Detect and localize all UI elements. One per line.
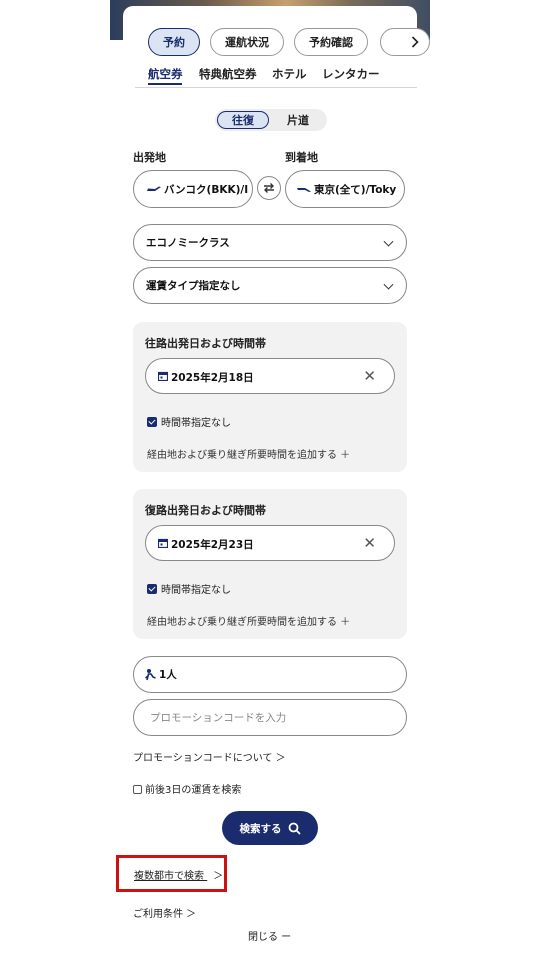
inbound-time-checkbox[interactable]: 時間帯指定なし [147,581,231,596]
tab-rentacar[interactable]: レンタカー [322,66,380,82]
tabs-divider [135,87,417,88]
tab-underline [148,83,182,85]
swap-button[interactable] [257,176,281,200]
tab-flights[interactable]: 航空券 [148,66,183,85]
flex-dates-checkbox[interactable]: 前後3日の運賃を検索 [133,781,241,796]
inbound-date-value: 2025年2月23日 [171,539,254,551]
inbound-time-label: 時間帯指定なし [161,585,231,596]
origin-value: バンコク(BKK)/I [164,183,249,196]
tab-hotel[interactable]: ホテル [272,66,307,82]
destination-value: 東京(全て)/Toky [314,183,397,196]
outbound-title: 往路出発日および時間帯 [145,337,266,350]
chevron-down-icon [383,279,394,290]
passengers-field[interactable]: 1人 [133,656,407,693]
destination-field[interactable]: 東京(全て)/Toky [285,170,405,208]
tab-award[interactable]: 特典航空券 [199,66,257,82]
top-nav: 予約 運航状況 予約確認 [148,28,430,56]
search-button-label: 検索する [239,822,282,835]
trip-round[interactable]: 往復 [217,111,269,129]
trip-oneway[interactable]: 片道 [271,111,325,129]
inbound-date-field[interactable]: 2025年2月23日 ✕ [145,525,395,561]
promo-code-input[interactable]: プロモーションコードを入力 [133,699,407,736]
search-icon [288,822,301,835]
passengers-value: 1人 [159,669,177,681]
pill-reservation[interactable]: 予約 [148,28,200,56]
calendar-icon [158,371,168,381]
booking-card: 予約 運航状況 予約確認 航空券 特典航空券 ホテル レンタカー 往復 片道 出… [123,6,430,961]
inbound-via-link[interactable]: 経由地および乗り継ぎ所要時間を追加する ＋ [147,613,350,628]
cabin-class-select[interactable]: エコノミークラス [133,224,407,261]
promo-about-link[interactable]: プロモーションコードについて ＞ [133,749,286,764]
fare-type-value: 運賃タイプ指定なし [146,280,241,292]
highlight-box [116,855,227,892]
promo-code-placeholder: プロモーションコードを入力 [150,712,287,724]
outbound-date-value: 2025年2月18日 [171,372,254,384]
person-icon [145,669,156,681]
search-button[interactable]: 検索する [222,811,318,845]
tab-flights-label: 航空券 [148,67,183,81]
pill-flight-status[interactable]: 運航状況 [210,28,284,56]
checkbox-unchecked-icon [133,785,142,794]
destination-label: 到着地 [285,151,318,164]
outbound-date-field[interactable]: 2025年2月18日 ✕ [145,358,395,394]
clear-icon[interactable]: ✕ [363,536,376,551]
trip-type-toggle: 往復 片道 [215,109,327,131]
outbound-via-link[interactable]: 経由地および乗り継ぎ所要時間を追加する ＋ [147,446,350,461]
plane-arrival-icon [297,188,311,192]
chevron-down-icon [383,236,394,247]
inbound-title: 復路出発日および時間帯 [145,504,266,517]
terms-link[interactable]: ご利用条件 ＞ [133,905,196,920]
origin-field[interactable]: バンコク(BKK)/I [133,170,253,208]
flex-dates-label: 前後3日の運賃を検索 [145,785,242,796]
origin-label: 出発地 [133,151,166,164]
outbound-time-label: 時間帯指定なし [161,418,231,429]
fare-type-select[interactable]: 運賃タイプ指定なし [133,267,407,304]
clear-icon[interactable]: ✕ [363,369,376,384]
cabin-class-value: エコノミークラス [146,237,230,249]
close-link[interactable]: 閉じる ー [248,928,291,943]
plane-departure-icon [147,186,161,191]
outbound-panel: 往路出発日および時間帯 2025年2月18日 ✕ 時間帯指定なし 経由地および乗… [133,322,407,472]
swap-icon [264,183,274,193]
pill-booking-check[interactable]: 予約確認 [294,28,368,56]
pill-more[interactable] [380,28,430,56]
inbound-panel: 復路出発日および時間帯 2025年2月23日 ✕ 時間帯指定なし 経由地および乗… [133,489,407,639]
calendar-icon [158,538,168,548]
outbound-time-checkbox[interactable]: 時間帯指定なし [147,414,231,429]
checkbox-checked-icon [147,416,157,427]
checkbox-checked-icon [147,583,157,594]
chevron-right-icon [411,36,419,48]
